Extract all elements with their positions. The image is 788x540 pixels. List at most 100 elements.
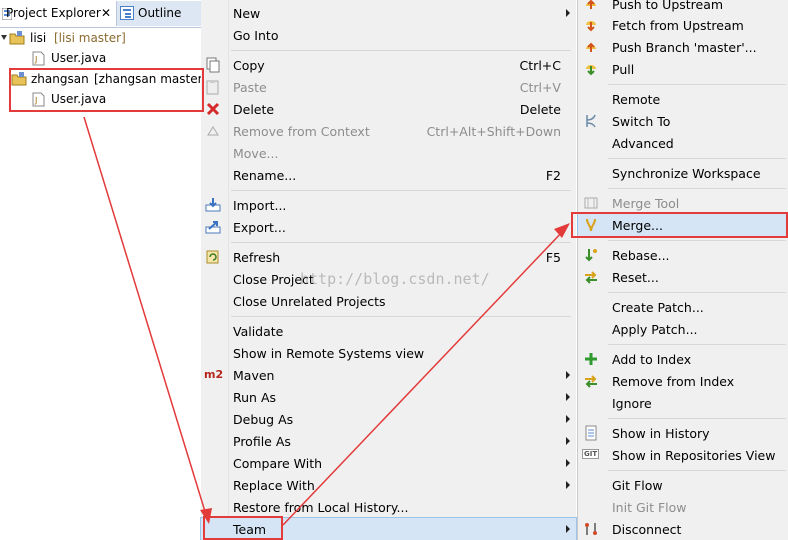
- menu-label: Switch To: [612, 114, 671, 129]
- view-tab-bar: Project Explorer ✕ Outline: [0, 0, 201, 28]
- menu-item-pull[interactable]: Pull: [578, 58, 788, 80]
- remove-context-icon: [207, 126, 219, 136]
- menu-item-synchronize-workspace[interactable]: Synchronize Workspace: [578, 162, 788, 184]
- menu-label: Go Into: [233, 28, 279, 43]
- menu-label: Show in Remote Systems view: [233, 346, 425, 361]
- menu-item-switch-to[interactable]: Switch To: [578, 110, 788, 132]
- menu-label: Copy: [233, 58, 265, 73]
- menu-item-delete[interactable]: Delete Delete: [201, 98, 576, 120]
- menu-item-show-in-history[interactable]: Show in History: [578, 422, 788, 444]
- menu-separator: [608, 84, 786, 85]
- menu-separator: [608, 188, 786, 189]
- file-name: User.java: [51, 51, 107, 65]
- menu-item-copy[interactable]: Copy Ctrl+C: [201, 54, 576, 76]
- menu-item-replace-with[interactable]: Replace With: [201, 474, 576, 496]
- menu-item-move: Move...: [201, 142, 576, 164]
- menu-label: Pull: [612, 62, 635, 77]
- remove-from-index-icon: [585, 375, 597, 388]
- menu-label: Show in Repositories View: [612, 448, 776, 463]
- menu-item-paste: Paste Ctrl+V: [201, 76, 576, 98]
- branch-switch-icon: [586, 114, 596, 128]
- shortcut-label: Ctrl+V: [519, 80, 561, 95]
- menu-label: Add to Index: [612, 352, 692, 367]
- menu-item-fetch-from-upstream[interactable]: Fetch from Upstream: [578, 14, 788, 36]
- menu-label: Export...: [233, 220, 286, 235]
- submenu-arrow-icon: [566, 525, 570, 533]
- menu-separator: [608, 418, 786, 419]
- menu-item-create-patch[interactable]: Create Patch...: [578, 296, 788, 318]
- menu-label: Reset...: [612, 270, 659, 285]
- menu-label: Apply Patch...: [612, 322, 698, 337]
- menu-item-ignore[interactable]: Ignore: [578, 392, 788, 414]
- menu-item-show-in-repositories[interactable]: GIT Show in Repositories View: [578, 444, 788, 466]
- menu-item-compare-with[interactable]: Compare With: [201, 452, 576, 474]
- menu-item-init-git-flow: Init Git Flow: [578, 496, 788, 518]
- menu-separator: [231, 316, 571, 317]
- menu-label: Merge Tool: [612, 196, 680, 211]
- menu-label: Restore from Local History...: [233, 500, 409, 515]
- menu-item-close-unrelated-projects[interactable]: Close Unrelated Projects: [201, 290, 576, 312]
- menu-item-maven[interactable]: m2 Maven: [201, 364, 576, 386]
- tab-outline[interactable]: Outline: [117, 1, 201, 26]
- menu-item-run-as[interactable]: Run As: [201, 386, 576, 408]
- menu-item-import[interactable]: Import...: [201, 194, 576, 216]
- copy-icon: [206, 57, 220, 73]
- menu-separator: [608, 158, 786, 159]
- menu-item-show-in-remote-systems[interactable]: Show in Remote Systems view: [201, 342, 576, 364]
- menu-label: Refresh: [233, 250, 281, 265]
- collapse-arrow-icon: [1, 35, 7, 40]
- menu-separator: [608, 470, 786, 471]
- submenu-arrow-icon: [566, 393, 570, 401]
- menu-item-apply-patch[interactable]: Apply Patch...: [578, 318, 788, 340]
- menu-item-add-to-index[interactable]: Add to Index: [578, 348, 788, 370]
- menu-item-restore-local-history[interactable]: Restore from Local History...: [201, 496, 576, 518]
- menu-item-remote[interactable]: Remote: [578, 88, 788, 110]
- menu-item-go-into[interactable]: Go Into: [201, 24, 576, 46]
- menu-item-refresh[interactable]: Refresh F5: [201, 246, 576, 268]
- menu-item-profile-as[interactable]: Profile As: [201, 430, 576, 452]
- add-icon: [585, 353, 597, 365]
- annotation-box-team: [203, 516, 283, 540]
- submenu-arrow-icon: [566, 415, 570, 423]
- menu-item-debug-as[interactable]: Debug As: [201, 408, 576, 430]
- menu-item-remove-from-index[interactable]: Remove from Index: [578, 370, 788, 392]
- delete-icon: [206, 102, 220, 116]
- watermark-text: http://blog.csdn.net/: [300, 270, 490, 288]
- menu-item-disconnect[interactable]: Disconnect: [578, 518, 788, 540]
- menu-separator: [608, 240, 786, 241]
- disconnect-icon: [585, 523, 597, 535]
- annotation-box-zhangsan: [9, 68, 204, 112]
- menu-separator: [608, 344, 786, 345]
- merge-tool-icon: [584, 197, 598, 209]
- menu-separator: [231, 242, 571, 243]
- rebase-icon: [585, 249, 597, 262]
- menu-item-push-branch[interactable]: Push Branch 'master'...: [578, 36, 788, 58]
- menu-label: Remove from Context: [233, 124, 370, 139]
- menu-item-reset[interactable]: Reset...: [578, 266, 788, 288]
- menu-item-new[interactable]: New: [201, 2, 576, 24]
- menu-item-export[interactable]: Export...: [201, 216, 576, 238]
- menu-label: Close Unrelated Projects: [233, 294, 386, 309]
- menu-item-rename[interactable]: Rename... F2: [201, 164, 576, 186]
- menu-label: Push to Upstream: [612, 0, 724, 12]
- outline-icon: [120, 6, 134, 20]
- menu-item-validate[interactable]: Validate: [201, 320, 576, 342]
- menu-item-merge-tool: Merge Tool: [578, 192, 788, 214]
- close-icon[interactable]: ✕: [101, 1, 111, 26]
- menu-item-git-flow[interactable]: Git Flow: [578, 474, 788, 496]
- menu-item-push-to-upstream[interactable]: Push to Upstream: [578, 0, 788, 15]
- shortcut-label: F2: [545, 168, 561, 183]
- history-icon: [585, 425, 597, 441]
- menu-label: Advanced: [612, 136, 674, 151]
- submenu-arrow-icon: [566, 9, 570, 17]
- shortcut-label: Ctrl+C: [519, 58, 561, 73]
- annotation-box-merge: [571, 212, 788, 238]
- shortcut-label: Ctrl+Alt+Shift+Down: [426, 124, 561, 139]
- tab-project-explorer[interactable]: Project Explorer ✕: [0, 1, 117, 26]
- menu-item-advanced[interactable]: Advanced: [578, 132, 788, 154]
- menu-item-rebase[interactable]: Rebase...: [578, 244, 788, 266]
- menu-label: New: [233, 6, 261, 21]
- menu-separator: [231, 50, 571, 51]
- submenu-arrow-icon: [566, 481, 570, 489]
- menu-label: Rename...: [233, 168, 297, 183]
